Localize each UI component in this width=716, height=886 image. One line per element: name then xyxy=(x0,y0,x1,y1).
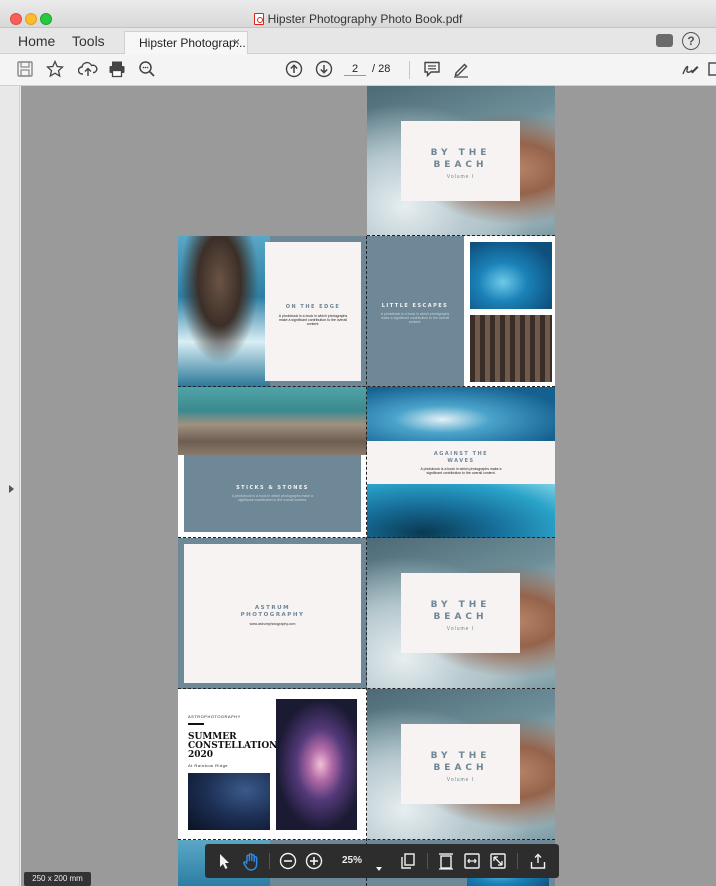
upload-cloud-icon[interactable] xyxy=(78,60,98,80)
astro-sub: At Rainbow Ridge xyxy=(188,763,229,768)
cover-title-line1: BY THE xyxy=(430,148,491,158)
beach2-volume: Volume I xyxy=(446,626,475,632)
page-number-input[interactable]: 2 xyxy=(344,63,366,76)
beach3-title-line2: BEACH xyxy=(433,763,488,773)
comment-icon[interactable] xyxy=(656,34,673,47)
page-cover-by-the-beach: BY THE BEACH Volume I xyxy=(367,86,555,236)
page-boundary xyxy=(366,236,367,886)
floating-divider xyxy=(427,853,428,869)
night-landscape-photo xyxy=(188,773,270,830)
save-icon[interactable] xyxy=(16,60,34,80)
escapes-body: A photobook is a book in which photograp… xyxy=(380,312,450,324)
page-layout-icon[interactable] xyxy=(399,852,417,870)
cover-volume: Volume I xyxy=(446,174,475,180)
astro-rule xyxy=(188,723,204,725)
highlight-pen-icon[interactable] xyxy=(452,60,470,80)
astrum-title-line2: PHOTOGRAPHY xyxy=(240,612,305,618)
waves-body: A photobook is a book in which photograp… xyxy=(420,467,502,475)
waves-title-line2: WAVES xyxy=(447,458,475,464)
tab-close-icon[interactable]: × xyxy=(233,35,240,49)
fit-width-icon[interactable] xyxy=(463,852,481,870)
floating-divider xyxy=(269,853,270,869)
page-against-the-waves: AGAINST THE WAVES A photobook is a book … xyxy=(367,387,555,538)
window-titlebar: Hipster Photography Photo Book.pdf xyxy=(0,0,716,28)
page-little-escapes: LITTLE ESCAPES A photobook is a book in … xyxy=(367,236,555,387)
pdf-file-icon xyxy=(253,13,264,25)
tab-home[interactable]: Home xyxy=(18,33,55,49)
edge-body: A photobook is a book in which photograp… xyxy=(278,314,348,326)
window-title: Hipster Photography Photo Book.pdf xyxy=(0,13,716,26)
page-on-the-edge: ON THE EDGE A photobook is a book in whi… xyxy=(178,236,367,387)
escapes-photo-panel xyxy=(464,236,555,387)
surfer-photo xyxy=(367,387,555,441)
page-by-the-beach-2: BY THE BEACH Volume I xyxy=(367,538,555,689)
floating-divider xyxy=(517,853,518,869)
tab-document[interactable]: Hipster Photograp... × xyxy=(124,31,248,54)
comment-icon[interactable] xyxy=(423,60,441,80)
astro-line3: 2020 xyxy=(188,750,214,760)
main-toolbar: 2 / 28 xyxy=(0,54,716,86)
beach2-title-line1: BY THE xyxy=(430,600,491,610)
astrum-title-line1: ASTRUM xyxy=(254,605,291,611)
zoom-level[interactable]: 25% xyxy=(342,855,362,866)
next-page-icon[interactable] xyxy=(315,60,333,80)
document-canvas[interactable]: BY THE BEACH Volume I ON THE EDGE A phot… xyxy=(21,86,716,886)
toolbar-divider xyxy=(409,61,410,79)
tab-document-label: Hipster Photograp... xyxy=(139,36,246,50)
tab-tools[interactable]: Tools xyxy=(72,33,105,49)
page-summer-constellations: ASTROPHOTOGRAPHY SUMMER CONSTELLATIONS 2… xyxy=(178,689,367,840)
hand-tool-icon[interactable] xyxy=(241,852,261,871)
zoom-out-icon[interactable] xyxy=(279,852,297,870)
cover-card: BY THE BEACH Volume I xyxy=(401,121,520,201)
beach-card-2: BY THE BEACH Volume I xyxy=(401,573,520,653)
sign-icon[interactable] xyxy=(680,60,700,80)
waves-title-line1: AGAINST THE xyxy=(433,451,489,457)
beach3-volume: Volume I xyxy=(446,777,475,783)
underwater-wave-photo xyxy=(367,484,555,538)
cliff-photo xyxy=(178,236,270,387)
window-title-text: Hipster Photography Photo Book.pdf xyxy=(267,12,463,26)
beach3-title-line1: BY THE xyxy=(430,751,491,761)
beach-card-3: BY THE BEACH Volume I xyxy=(401,724,520,804)
page-boundary xyxy=(367,235,555,236)
zoom-in-icon[interactable] xyxy=(305,852,323,870)
previous-page-icon[interactable] xyxy=(285,60,303,80)
sticks-panel: STICKS & STONES A photobook is a book in… xyxy=(184,455,361,532)
floating-toolbar: 25% xyxy=(205,844,559,878)
panel-toggle-icon[interactable] xyxy=(708,60,716,80)
astrum-card: ASTRUM PHOTOGRAPHY www.astrumphotography… xyxy=(184,544,361,683)
sticks-title: STICKS & STONES xyxy=(236,485,309,491)
pebble-beach-photo xyxy=(178,387,367,455)
bookmark-star-icon[interactable] xyxy=(46,60,64,80)
escapes-title: LITTLE ESCAPES xyxy=(381,303,449,309)
page-by-the-beach-3: BY THE BEACH Volume I xyxy=(367,689,555,840)
select-arrow-icon[interactable] xyxy=(217,852,231,870)
beach2-title-line2: BEACH xyxy=(433,612,488,622)
fullscreen-icon[interactable] xyxy=(489,852,507,870)
expand-left-pane-icon[interactable] xyxy=(9,485,14,493)
page-astrum-photography: ASTRUM PHOTOGRAPHY www.astrumphotography… xyxy=(178,538,367,689)
help-icon[interactable]: ? xyxy=(682,32,700,50)
edge-title: ON THE EDGE xyxy=(285,304,341,310)
zoom-dropdown-chevron-icon[interactable] xyxy=(375,859,383,877)
astro-kicker: ASTROPHOTOGRAPHY xyxy=(188,714,241,719)
page-sticks-and-stones: STICKS & STONES A photobook is a book in… xyxy=(178,387,367,538)
milky-way-photo xyxy=(276,699,357,830)
astrum-url: www.astrumphotography.com xyxy=(249,622,296,626)
print-icon[interactable] xyxy=(108,60,126,80)
fit-page-icon[interactable] xyxy=(437,852,455,870)
wave-photo xyxy=(470,242,552,309)
edge-card: ON THE EDGE A photobook is a book in whi… xyxy=(265,242,361,381)
share-upload-icon[interactable] xyxy=(529,852,547,870)
cover-title-line2: BEACH xyxy=(433,160,488,170)
sticks-body: A photobook is a book in which photograp… xyxy=(232,494,313,502)
page-size-badge: 250 x 200 mm xyxy=(24,872,91,886)
tab-bar: Home Tools Hipster Photograp... × ? xyxy=(0,28,716,54)
page-total: / 28 xyxy=(372,63,391,75)
pier-photo xyxy=(470,315,552,382)
zoom-search-icon[interactable] xyxy=(138,60,156,80)
left-pane-rail xyxy=(0,86,20,886)
